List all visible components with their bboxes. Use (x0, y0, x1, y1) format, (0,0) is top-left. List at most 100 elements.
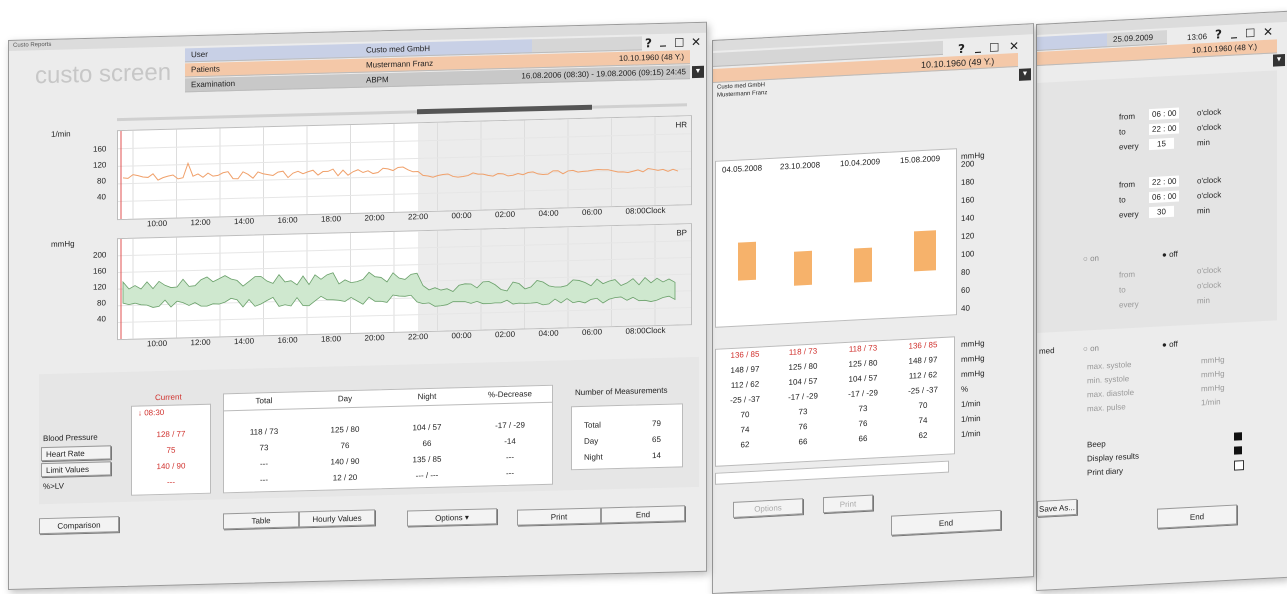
table-cell: 62 (918, 430, 928, 441)
table-cell: 135 / 85 (412, 454, 442, 465)
grey-from-label: from (1119, 269, 1135, 280)
hr-chart: HR (117, 115, 692, 221)
col-header-night: Night (417, 391, 437, 402)
x-tick-label: 10:00 (147, 338, 168, 349)
help-icon[interactable]: ? (958, 42, 965, 56)
current-header: Current (155, 392, 182, 403)
x-tick-label: 20:00 (364, 213, 385, 223)
row-label-plv[interactable]: %>LV (43, 482, 64, 492)
end-button[interactable]: End (601, 505, 685, 524)
comparison-table: 136 / 85 118 / 73 118 / 73 136 / 85 148 … (715, 336, 955, 467)
time-range-selection[interactable] (417, 104, 592, 115)
max-pulse-label: max. pulse (1087, 402, 1126, 414)
x-tick-label: 06:00 (582, 327, 603, 337)
table-cell: 125 / 80 (848, 358, 878, 369)
y-tick-80: 80 (961, 267, 970, 277)
unit-row-6: 1/min (961, 413, 981, 424)
radio-off-2[interactable]: ● off (1162, 340, 1178, 350)
table-cell: 104 / 57 (412, 422, 442, 433)
interval2-clock: o'clock (1197, 175, 1222, 186)
interval2-to-value[interactable]: 06 : 00 (1149, 190, 1180, 204)
interval2-every-label: every (1119, 209, 1139, 220)
radio-on-1[interactable]: ○ on (1083, 254, 1099, 264)
grid-line (118, 133, 691, 150)
table-cell: 76 (858, 418, 868, 429)
x-tick-label: 22:00 (408, 212, 429, 222)
close-icon[interactable]: ✕ (691, 35, 701, 49)
table-cell: 104 / 57 (788, 376, 818, 387)
display-results-checkbox[interactable] (1234, 446, 1242, 455)
print-diary-checkbox[interactable] (1234, 460, 1244, 471)
table-cell: 70 (740, 410, 750, 420)
minimize-icon[interactable]: _ (660, 33, 666, 47)
hr-ytick-120: 120 (93, 160, 107, 170)
top-value-3: 118 / 73 (848, 343, 878, 354)
minimize-icon[interactable]: _ (975, 39, 981, 53)
x-tick-label: 18:00 (321, 214, 342, 224)
hr-ytick-40: 40 (97, 192, 106, 202)
table-cell: 70 (918, 400, 928, 411)
row-label-heart-rate[interactable]: Heart Rate (41, 445, 111, 462)
save-as-button[interactable]: Save As... (1037, 498, 1077, 517)
beep-checkbox[interactable] (1234, 432, 1242, 441)
settings-end-button[interactable]: End (1157, 504, 1237, 529)
comparison-print-button[interactable]: Print (823, 494, 873, 514)
table-button[interactable]: Table (223, 511, 299, 530)
row-label-limit-values[interactable]: Limit Values (41, 461, 111, 478)
radio-on-2-label: on (1090, 343, 1099, 354)
table-cell: 12 / 20 (332, 472, 358, 483)
table-cell: 125 / 80 (788, 361, 818, 372)
date-label-1: 04.05.2008 (722, 163, 763, 175)
options-caret-icon: ▾ (464, 512, 469, 523)
bp-axis-label: mmHg (51, 239, 75, 249)
table-cell: --- / --- (415, 470, 439, 481)
current-hr: 75 (166, 445, 176, 455)
comparison-button[interactable]: Comparison (39, 516, 119, 535)
bp-ytick-80: 80 (97, 298, 106, 308)
x-tick-label: 12:00 (190, 217, 211, 228)
help-icon[interactable]: ? (645, 36, 652, 50)
interval1-to-value[interactable]: 22 : 00 (1149, 122, 1180, 136)
col-header-decrease: %-Decrease (487, 389, 532, 400)
table-cell: 66 (422, 438, 432, 449)
table-cell: 62 (740, 440, 750, 450)
maximize-icon[interactable]: □ (1245, 26, 1255, 40)
examination-dropdown-icon[interactable]: ▼ (692, 65, 704, 79)
patient-dropdown-icon[interactable]: ▼ (1019, 68, 1031, 81)
settings-window: 25.09.2009 13:06 ? _ □ ✕ 10.10.1960 (48 … (1036, 10, 1287, 592)
hourly-values-button[interactable]: Hourly Values (299, 509, 375, 528)
help-icon[interactable]: ? (1215, 27, 1222, 41)
current-limit: 140 / 90 (156, 461, 186, 472)
close-icon[interactable]: ✕ (1009, 39, 1019, 54)
x-tick-label: 02:00 (495, 329, 516, 340)
minimize-icon[interactable]: _ (1231, 24, 1237, 38)
max-unit-2: mmHg (1201, 369, 1225, 380)
interval1-every-value[interactable]: 15 (1149, 137, 1174, 151)
maximize-icon[interactable]: □ (674, 35, 684, 48)
radio-on-2[interactable]: ○ on (1083, 344, 1099, 354)
hr-axis-label: 1/min (51, 129, 71, 139)
interval1-from-value[interactable]: 06 : 00 (1149, 107, 1180, 121)
radio-off-1[interactable]: ● off (1162, 250, 1178, 260)
measure-label-total: Total (584, 420, 601, 430)
interval2-every-value[interactable]: 30 (1149, 205, 1174, 219)
unit-row-1: mmHg (961, 338, 985, 349)
grid-line (118, 306, 691, 323)
x-tick-label: 00:00 (451, 330, 472, 341)
patient-dropdown-icon[interactable]: ▼ (1273, 53, 1285, 67)
table-cell: -17 / -29 (848, 388, 878, 399)
options-button[interactable]: Options ▾ (407, 508, 497, 527)
comparison-options-button[interactable]: Options (733, 498, 803, 518)
y-tick-200: 200 (961, 159, 975, 169)
hr-tag: HR (675, 120, 687, 130)
maximize-icon[interactable]: □ (989, 40, 999, 54)
display-results-option: Display results (1087, 451, 1140, 464)
date-label-3: 10.04.2009 (840, 157, 881, 169)
close-icon[interactable]: ✕ (1263, 25, 1273, 40)
row-label-blood-pressure[interactable]: Blood Pressure (43, 433, 98, 443)
comparison-end-button[interactable]: End (891, 509, 1001, 536)
y-tick-40: 40 (961, 303, 970, 313)
print-button[interactable]: Print (517, 507, 601, 526)
hr-series-line (122, 161, 679, 181)
interval2-from-value[interactable]: 22 : 00 (1149, 175, 1180, 189)
